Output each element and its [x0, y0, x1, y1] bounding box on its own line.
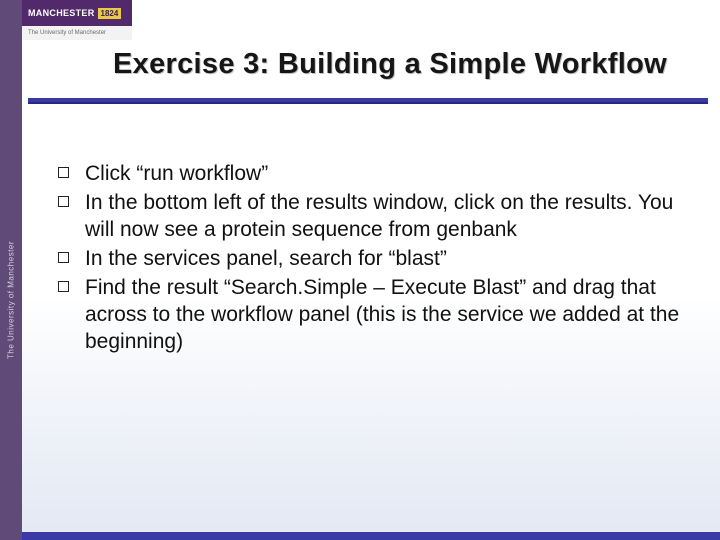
title-underline [28, 98, 708, 104]
logo-subtitle: The University of Manchester [22, 26, 132, 40]
logo-year: 1824 [98, 8, 122, 19]
bullet-text: In the bottom left of the results window… [85, 189, 680, 243]
bullet-text: In the services panel, search for “blast… [85, 245, 447, 272]
list-item: In the services panel, search for “blast… [58, 245, 680, 272]
logo-block: MANCHESTER 1824 The University of Manche… [22, 0, 132, 46]
slide: The University of Manchester MANCHESTER … [0, 0, 720, 540]
logo-top: MANCHESTER 1824 [22, 0, 132, 26]
list-item: In the bottom left of the results window… [58, 189, 680, 243]
slide-title: Exercise 3: Building a Simple Workflow [80, 48, 700, 81]
footer-bar [22, 532, 720, 540]
university-sidebar: The University of Manchester [0, 0, 22, 540]
logo-name: MANCHESTER [28, 8, 95, 18]
list-item: Find the result “Search.Simple – Execute… [58, 274, 680, 355]
square-bullet-icon [58, 281, 69, 292]
bullet-text: Find the result “Search.Simple – Execute… [85, 274, 680, 355]
square-bullet-icon [58, 252, 69, 263]
sidebar-label: The University of Manchester [7, 241, 16, 359]
square-bullet-icon [58, 167, 69, 178]
bullet-text: Click “run workflow” [85, 160, 268, 187]
square-bullet-icon [58, 196, 69, 207]
slide-body: Click “run workflow” In the bottom left … [58, 160, 680, 357]
list-item: Click “run workflow” [58, 160, 680, 187]
